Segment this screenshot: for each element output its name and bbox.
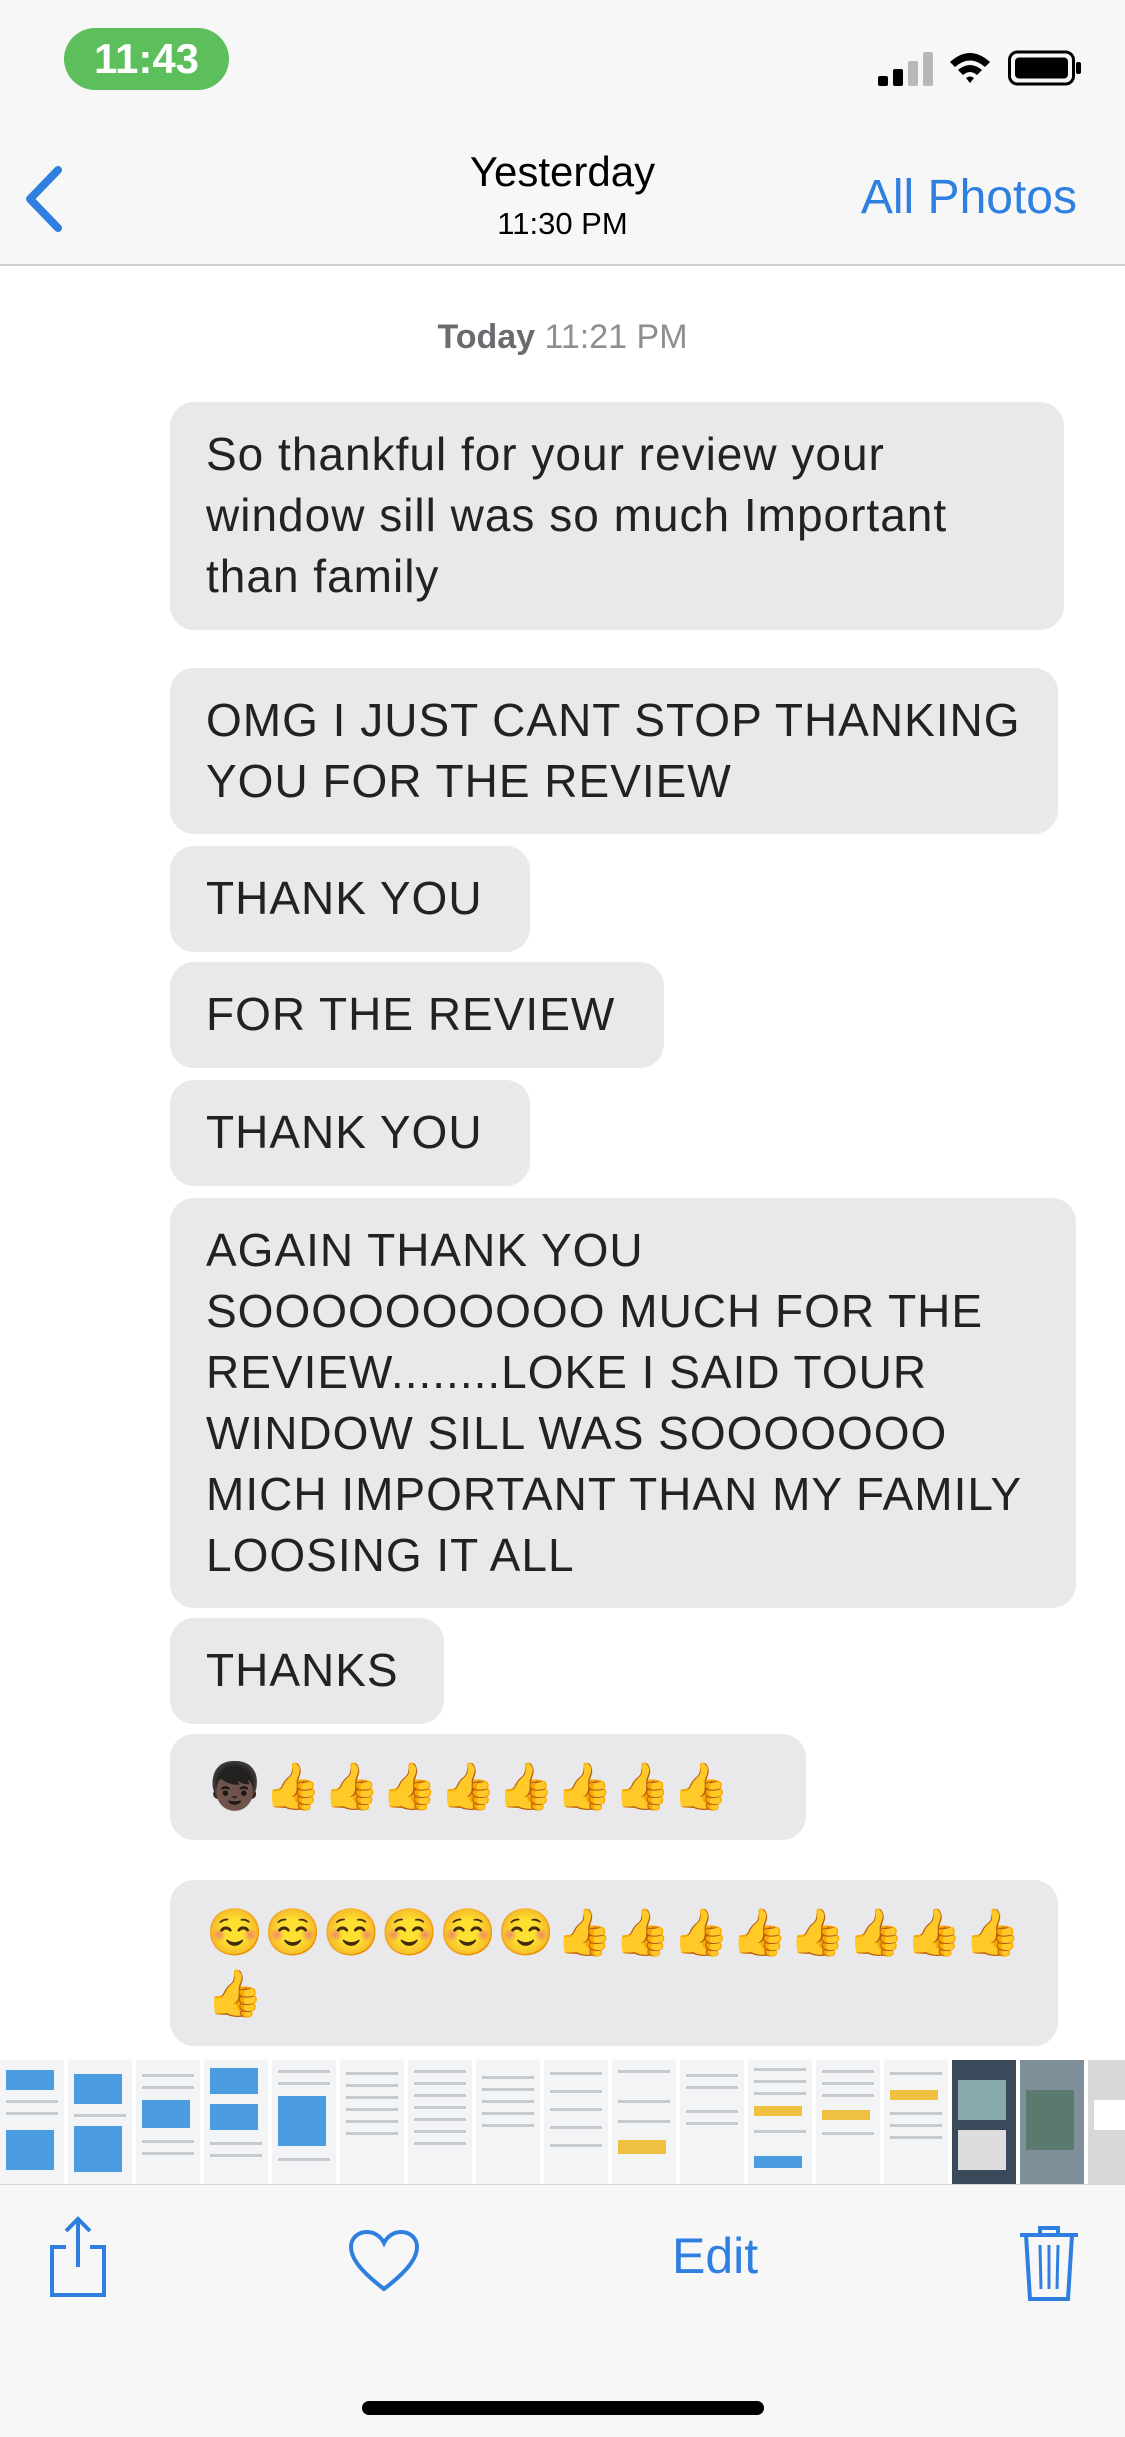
status-bar: 11:43 [0, 0, 1125, 132]
photo-thumbnail[interactable] [408, 2060, 472, 2184]
photo-thumbnail[interactable] [476, 2060, 540, 2184]
home-indicator[interactable] [362, 2401, 764, 2415]
message-bubble: OMG I JUST CANT STOP THANKING YOU FOR TH… [170, 668, 1058, 834]
share-icon[interactable] [46, 2215, 110, 2299]
message-bubble: ☺️☺️☺️☺️☺️☺️👍👍👍👍👍👍👍👍👍 [170, 1880, 1058, 2046]
photo-thumbnail[interactable] [204, 2060, 268, 2184]
photo-thumbnail[interactable] [1020, 2060, 1084, 2184]
message-bubble: 👦🏿👍👍👍👍👍👍👍👍 [170, 1734, 806, 1840]
photo-thumbnail[interactable] [884, 2060, 948, 2184]
photo-thumbnail[interactable] [612, 2060, 676, 2184]
battery-icon [1008, 50, 1081, 86]
photo-thumbnail[interactable] [816, 2060, 880, 2184]
photo-thumbnail[interactable] [0, 2060, 64, 2184]
message-bubble: THANK YOU [170, 846, 530, 952]
all-photos-button[interactable]: All Photos [861, 170, 1077, 225]
message-bubble: AGAIN THANK YOU SOOOOOOOOOO MUCH FOR THE… [170, 1198, 1076, 1608]
wifi-icon [950, 53, 990, 83]
status-time: 11:43 [64, 28, 229, 90]
navigation-bar: Yesterday 11:30 PM All Photos [0, 132, 1125, 266]
thumbnail-strip[interactable] [0, 2060, 1125, 2184]
message-bubble: THANK YOU [170, 1080, 530, 1186]
timestamp-time: 11:21 PM [544, 318, 688, 356]
message-timestamp: Today 11:21 PM [0, 318, 1125, 357]
cellular-signal-icon [878, 52, 933, 86]
message-bubble: FOR THE REVIEW [170, 962, 664, 1068]
heart-icon[interactable] [348, 2229, 420, 2293]
photo-thumbnail[interactable] [136, 2060, 200, 2184]
photo-thumbnail[interactable] [748, 2060, 812, 2184]
photo-thumbnail[interactable] [952, 2060, 1016, 2184]
trash-icon[interactable] [1018, 2225, 1080, 2301]
photo-thumbnail[interactable] [544, 2060, 608, 2184]
message-bubble: So thankful for your review your window … [170, 402, 1064, 630]
message-bubble: THANKS [170, 1618, 444, 1724]
photo-thumbnail[interactable] [340, 2060, 404, 2184]
photo-thumbnail[interactable] [1088, 2060, 1125, 2184]
photo-thumbnail[interactable] [680, 2060, 744, 2184]
timestamp-day: Today [437, 318, 536, 356]
bottom-toolbar: Edit [0, 2184, 1125, 2437]
edit-button[interactable]: Edit [672, 2227, 758, 2285]
photo-thumbnail[interactable] [272, 2060, 336, 2184]
photo-thumbnail[interactable] [68, 2060, 132, 2184]
photo-content: Today 11:21 PM So thankful for your revi… [0, 266, 1125, 2060]
